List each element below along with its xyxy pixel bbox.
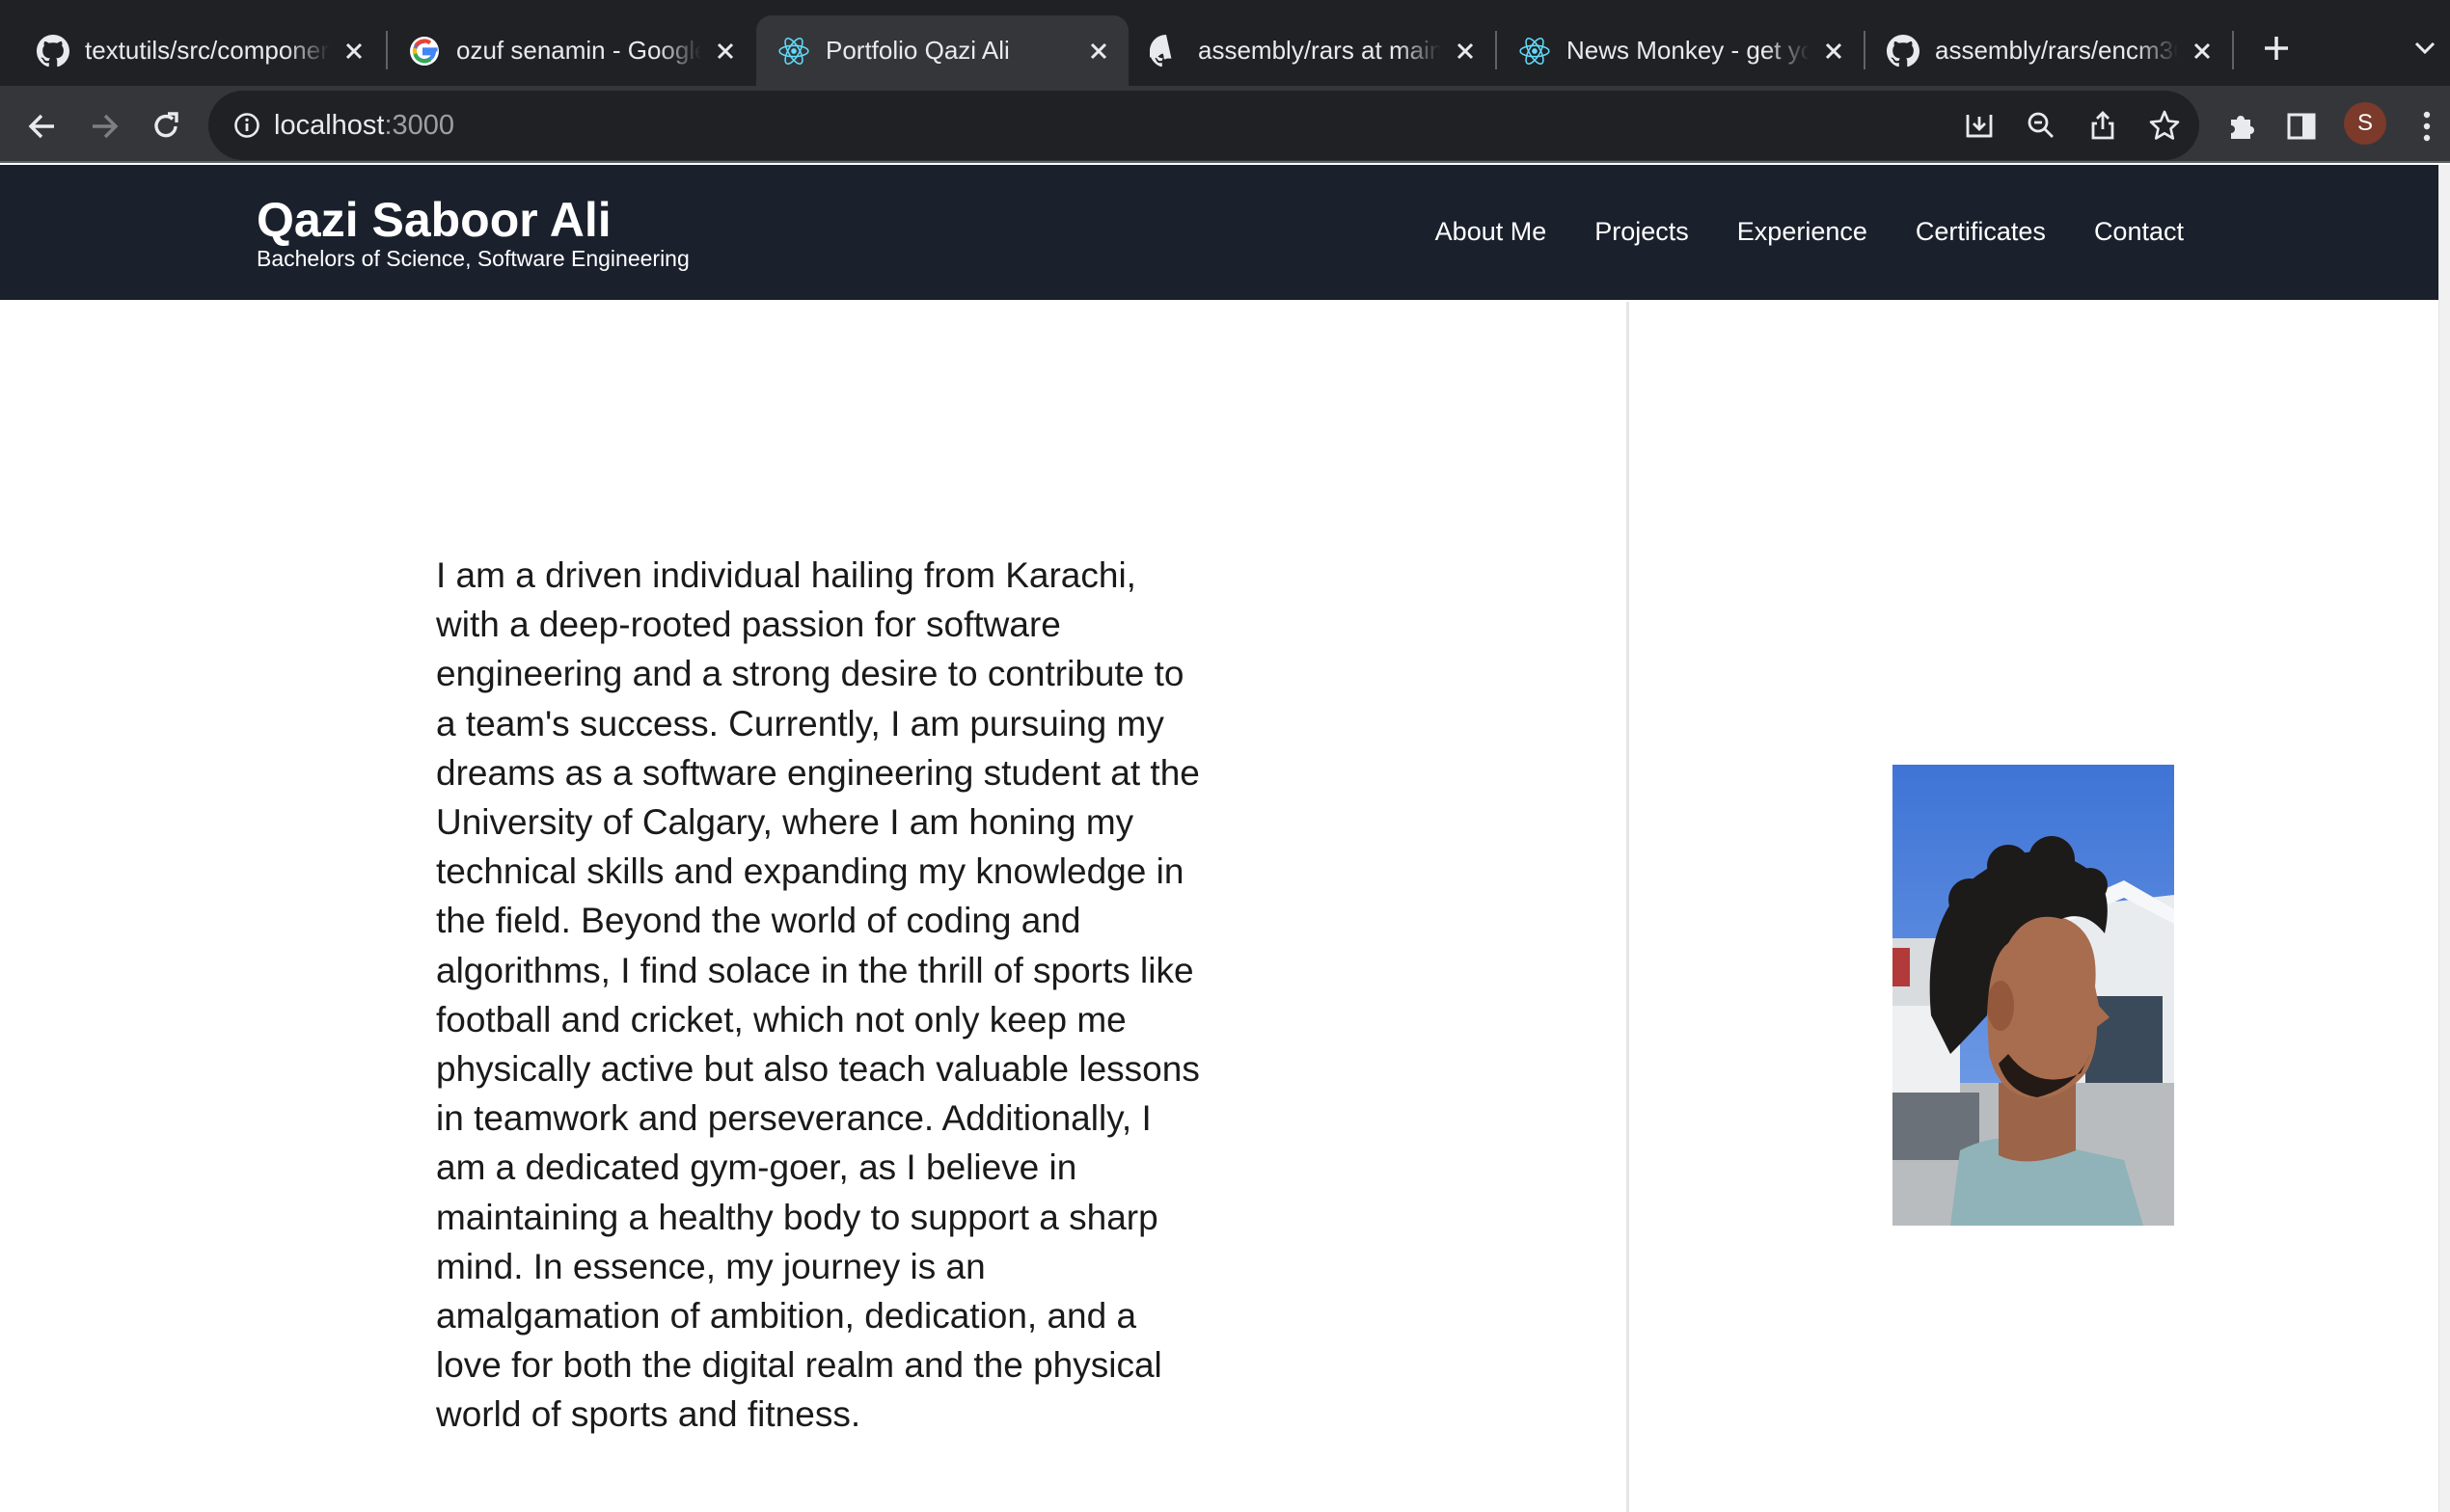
bookmark-star-icon[interactable] [2141,102,2188,148]
browser-toolbar: localhost:3000 S [0,86,2450,163]
site-navbar: Qazi Saboor Ali Bachelors of Science, So… [0,165,2438,300]
browser-tab-5[interactable]: News Monkey - get your daily dose [1497,15,1864,86]
github-icon [1150,34,1183,68]
github-icon [1887,34,1919,68]
browser-tab-2[interactable]: ozuf senamin - Google Search [387,15,755,86]
nav-link-experience[interactable]: Experience [1737,217,1867,247]
about-me-paragraph: I am a driven individual hailing from Ka… [436,555,1200,1435]
close-tab-icon[interactable] [338,35,370,68]
react-icon [777,35,810,68]
install-app-icon[interactable] [1956,102,2002,148]
google-icon [408,35,441,68]
browser-tab-1[interactable]: textutils/src/components [15,15,384,86]
url-port: :3000 [384,110,455,141]
new-tab-icon[interactable] [2253,25,2300,71]
page-scrollbar[interactable] [2438,165,2450,1512]
site-nav-links: About Me Projects Experience Certificate… [1435,217,2184,247]
browser-tab-6[interactable]: assembly/rars/encm369 [1865,15,2232,86]
back-arrow-icon[interactable] [19,103,66,149]
extensions-puzzle-icon[interactable] [2219,103,2265,149]
forward-arrow-icon[interactable] [81,103,127,149]
tab-title: assembly/rars at main [1198,36,1441,65]
web-page: Qazi Saboor Ali Bachelors of Science, So… [0,165,2438,1512]
site-info-icon[interactable] [230,108,264,143]
tab-title: News Monkey - get your daily dose [1566,36,1810,65]
browser-tab-strip: textutils/src/components ozuf senamin - … [0,0,2450,86]
url-host: localhost [274,110,385,141]
browser-tab-4[interactable]: assembly/rars at main [1129,15,1495,86]
nav-link-about-me[interactable]: About Me [1435,217,1547,247]
nav-link-contact[interactable]: Contact [2094,217,2184,247]
close-tab-icon[interactable] [1082,35,1115,68]
tab-title: textutils/src/components [85,36,330,65]
profile-avatar[interactable]: S [2344,102,2386,145]
url-text: localhost:3000 [274,110,454,142]
close-tab-icon[interactable] [709,35,742,68]
reload-icon[interactable] [143,103,189,149]
tab-title: assembly/rars/encm369 [1935,36,2178,65]
side-panel-icon[interactable] [2278,103,2325,149]
browser-menu-icon[interactable] [2404,103,2450,149]
nav-link-certificates[interactable]: Certificates [1916,217,2046,247]
share-icon[interactable] [2080,102,2126,148]
react-icon [1518,35,1551,68]
browser-tab-3-active[interactable]: Portfolio Qazi Ali [756,15,1129,86]
profile-photo [1892,765,2174,1226]
tab-search-chevron-icon[interactable] [2406,29,2444,68]
tab-title: ozuf senamin - Google Search [456,36,701,65]
site-subtitle: Bachelors of Science, Software Engineeri… [257,246,690,271]
site-brand-name[interactable]: Qazi Saboor Ali [257,192,612,248]
close-tab-icon[interactable] [1449,35,1482,68]
close-tab-icon[interactable] [2186,35,2219,68]
address-bar[interactable]: localhost:3000 [208,91,2199,160]
tab-separator [2232,31,2234,69]
zoom-icon[interactable] [2018,102,2064,148]
tab-title: Portfolio Qazi Ali [826,36,1010,65]
close-tab-icon[interactable] [1817,35,1850,68]
nav-link-projects[interactable]: Projects [1594,217,1689,247]
column-divider [1626,302,1629,1512]
github-icon [37,34,69,68]
